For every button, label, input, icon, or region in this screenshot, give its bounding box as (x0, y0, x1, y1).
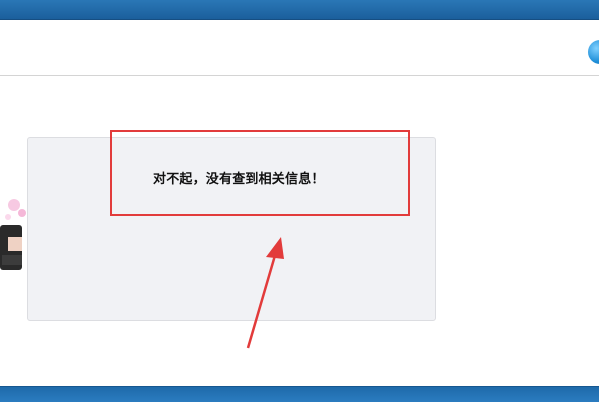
no-result-message: 对不起，没有查到相关信息！ (153, 172, 325, 187)
page-header (0, 20, 599, 76)
side-figure-image (0, 199, 26, 270)
top-bar (0, 0, 599, 20)
bottom-bar (0, 386, 599, 402)
